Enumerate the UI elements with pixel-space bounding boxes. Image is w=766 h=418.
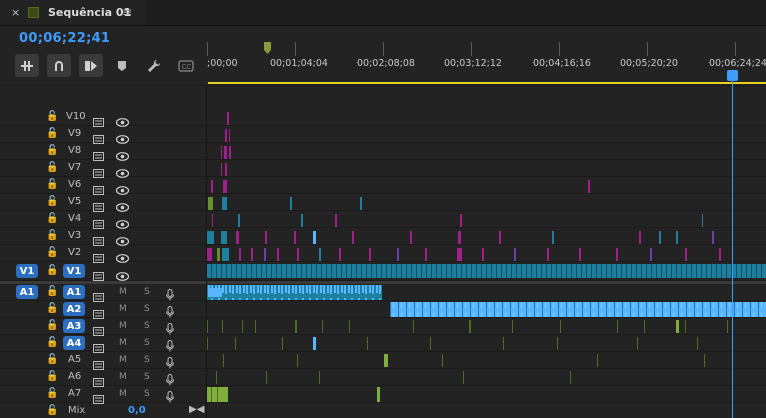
magnet-icon bbox=[55, 60, 63, 71]
captions-icon: CC bbox=[178, 59, 194, 72]
mute-button[interactable]: M bbox=[119, 372, 127, 382]
track-target-a4[interactable]: A4 bbox=[63, 336, 85, 350]
solo-button[interactable]: S bbox=[144, 338, 150, 348]
track-name[interactable]: V9 bbox=[68, 128, 81, 139]
lock-icon[interactable]: 🔓 bbox=[46, 196, 58, 207]
lock-icon[interactable]: 🔓 bbox=[46, 179, 58, 190]
playhead-handle[interactable] bbox=[727, 70, 738, 81]
microphone-icon[interactable] bbox=[166, 388, 174, 407]
track-target-a3[interactable]: A3 bbox=[63, 319, 85, 333]
nest-icon bbox=[21, 60, 33, 71]
ruler-tick-label: 00;03;12;12 bbox=[444, 58, 502, 69]
snap-button[interactable] bbox=[47, 54, 71, 77]
svg-text:CC: CC bbox=[182, 63, 192, 71]
track-name[interactable]: V8 bbox=[68, 145, 81, 156]
playhead-line[interactable] bbox=[732, 70, 733, 418]
sequence-title[interactable]: Sequência 01 bbox=[48, 6, 131, 19]
source-patch-a1[interactable]: A1 bbox=[16, 285, 38, 299]
mix-volume-value[interactable]: 0,0 bbox=[128, 405, 146, 416]
ruler-tick-label: 00;06;24;24 bbox=[709, 58, 766, 69]
linked-selection-icon bbox=[85, 60, 97, 71]
lock-icon[interactable]: 🔓 bbox=[46, 111, 58, 122]
lock-icon[interactable]: 🔓 bbox=[46, 265, 58, 276]
linked-selection-button[interactable] bbox=[79, 54, 103, 77]
ruler-ticks bbox=[207, 42, 736, 56]
track-target-a2[interactable]: A2 bbox=[63, 302, 85, 316]
lock-icon[interactable]: 🔓 bbox=[46, 371, 58, 382]
marker-icon bbox=[118, 60, 126, 71]
mix-track-label: Mix bbox=[68, 405, 86, 416]
solo-button[interactable]: S bbox=[144, 321, 150, 331]
lock-icon[interactable]: 🔓 bbox=[46, 230, 58, 241]
timeline-clips[interactable] bbox=[207, 86, 766, 418]
mute-button[interactable]: M bbox=[119, 304, 127, 314]
track-name[interactable]: V7 bbox=[68, 162, 81, 173]
ruler-tick-label: 00;02;08;08 bbox=[357, 58, 415, 69]
track-name[interactable]: V3 bbox=[68, 230, 81, 241]
work-area-bar[interactable] bbox=[208, 82, 766, 84]
track-name[interactable]: V2 bbox=[68, 247, 81, 258]
sequence-icon bbox=[28, 7, 39, 18]
solo-button[interactable]: S bbox=[144, 372, 150, 382]
track-headers: 🔓 V10 🔓 V9 🔓 V8 🔓 V7 🔓 V6 🔓 V5 🔓 V4 🔓 V3… bbox=[0, 86, 766, 418]
close-icon[interactable]: × bbox=[11, 6, 20, 19]
ruler-tick-label: 00;05;20;20 bbox=[620, 58, 678, 69]
mute-button[interactable]: M bbox=[119, 389, 127, 399]
track-name[interactable]: V4 bbox=[68, 213, 81, 224]
lock-icon[interactable]: 🔓 bbox=[46, 213, 58, 224]
captions-button[interactable]: CC bbox=[174, 54, 198, 77]
solo-button[interactable]: S bbox=[144, 304, 150, 314]
track-name[interactable]: A7 bbox=[68, 388, 81, 399]
track-name[interactable]: A6 bbox=[68, 371, 81, 382]
track-target-a1[interactable]: A1 bbox=[63, 285, 85, 299]
panel-menu-icon[interactable]: ≡ bbox=[122, 5, 132, 19]
wrench-icon bbox=[148, 59, 161, 72]
track-target-v1[interactable]: V1 bbox=[63, 264, 85, 278]
track-name[interactable]: V5 bbox=[68, 196, 81, 207]
track-name[interactable]: V10 bbox=[66, 111, 86, 122]
solo-button[interactable]: S bbox=[144, 389, 150, 399]
sync-lock-icon[interactable] bbox=[93, 389, 104, 408]
solo-button[interactable]: S bbox=[144, 287, 150, 297]
lock-icon[interactable]: 🔓 bbox=[46, 162, 58, 173]
lock-icon[interactable]: 🔓 bbox=[46, 388, 58, 399]
lock-icon[interactable]: 🔓 bbox=[46, 286, 58, 297]
track-name[interactable]: V6 bbox=[68, 179, 81, 190]
mute-button[interactable]: M bbox=[119, 321, 127, 331]
ruler-tick-label: 00;04;16;16 bbox=[533, 58, 591, 69]
timeline-settings-button[interactable] bbox=[142, 54, 166, 77]
v10-clips bbox=[227, 112, 229, 125]
lock-icon[interactable]: 🔓 bbox=[46, 354, 58, 365]
playhead-timecode[interactable]: 00;06;22;41 bbox=[19, 31, 110, 46]
ruler-tick-label: ;00;00 bbox=[207, 58, 238, 69]
mute-button[interactable]: M bbox=[119, 355, 127, 365]
lock-icon[interactable]: 🔓 bbox=[46, 145, 58, 156]
ruler-tick-label: 00;01;04;04 bbox=[270, 58, 328, 69]
track-name[interactable]: A5 bbox=[68, 354, 81, 365]
lock-icon[interactable]: 🔓 bbox=[46, 303, 58, 314]
lock-icon[interactable]: 🔓 bbox=[46, 128, 58, 139]
mix-navigation-icon[interactable]: ▶◀ bbox=[189, 404, 204, 415]
lock-icon[interactable]: 🔓 bbox=[46, 337, 58, 348]
mute-button[interactable]: M bbox=[119, 338, 127, 348]
add-marker-button[interactable] bbox=[110, 54, 134, 77]
solo-button[interactable]: S bbox=[144, 355, 150, 365]
lock-icon[interactable]: 🔓 bbox=[46, 405, 58, 416]
lock-icon[interactable]: 🔓 bbox=[46, 320, 58, 331]
insert-sequence-nest-button[interactable] bbox=[15, 54, 39, 77]
source-patch-v1[interactable]: V1 bbox=[16, 264, 38, 278]
mute-button[interactable]: M bbox=[119, 287, 127, 297]
lock-icon[interactable]: 🔓 bbox=[46, 247, 58, 258]
